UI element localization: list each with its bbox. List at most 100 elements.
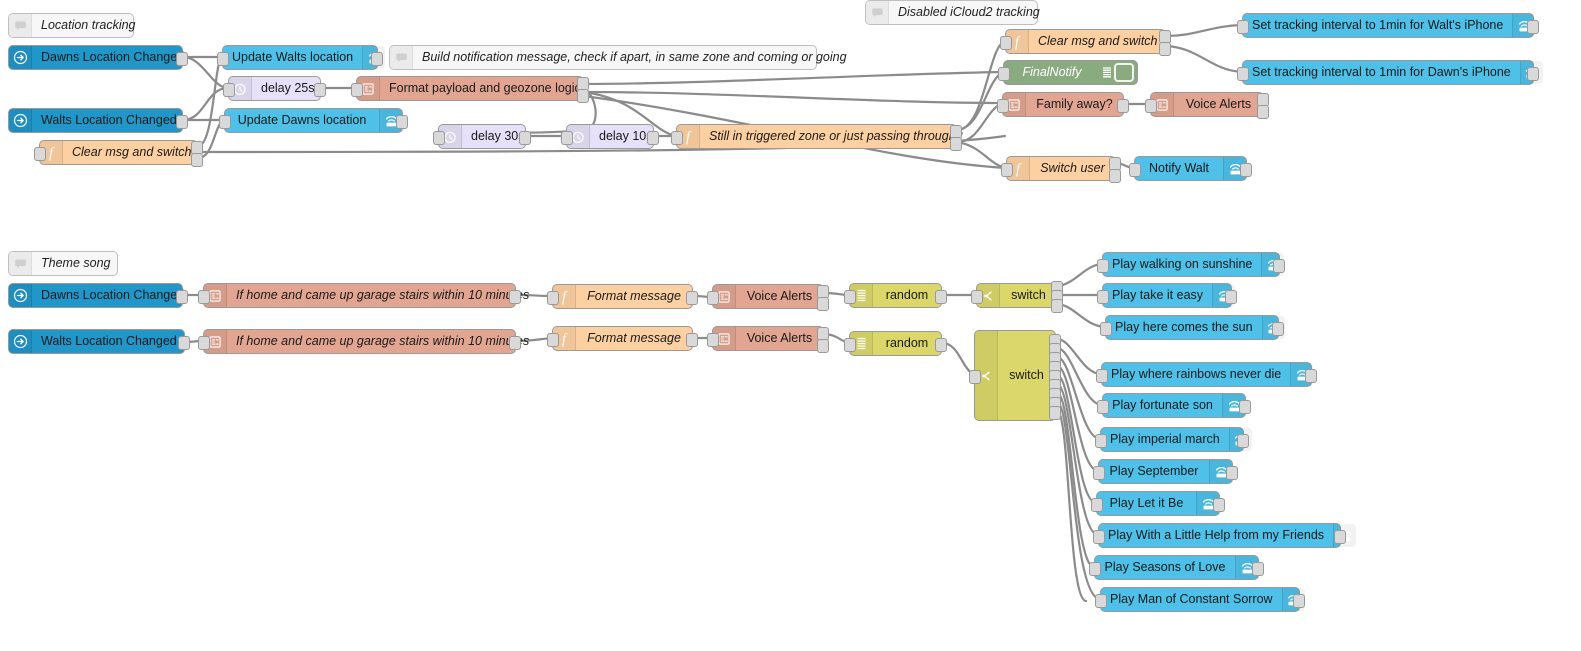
node-final-notify[interactable]: FinalNotify — [998, 60, 1138, 85]
input-port[interactable] — [671, 131, 683, 145]
node-switch-small[interactable]: switch — [971, 281, 1063, 313]
input-port[interactable] — [844, 290, 856, 304]
node-dawns-location-changed-bottom[interactable]: Dawns Location Changed — [8, 283, 188, 308]
node-voice-alerts-walt[interactable]: Voice Alerts — [707, 326, 829, 353]
output-port[interactable] — [178, 336, 190, 350]
input-port[interactable] — [1096, 369, 1108, 383]
node-random-dawn[interactable]: random — [844, 283, 947, 308]
node-dawns-location-changed-top[interactable]: Dawns Location Changed — [8, 45, 188, 70]
output-port-2[interactable] — [1109, 169, 1121, 183]
output-port[interactable] — [1240, 163, 1252, 177]
node-play-with-a-little-help-from-my-friends[interactable]: Play With a Little Help from my Friends — [1093, 523, 1357, 548]
node-delay-25s[interactable]: delay 25s — [223, 76, 326, 101]
output-port[interactable] — [686, 333, 698, 347]
input-port[interactable] — [1237, 20, 1249, 34]
node-walts-location-changed-top[interactable]: Walts Location Changed — [8, 108, 188, 133]
input-port[interactable] — [547, 291, 559, 305]
input-port[interactable] — [844, 338, 856, 352]
output-port[interactable] — [1334, 530, 1346, 544]
node-notify-walt[interactable]: Notify Walt — [1129, 156, 1252, 181]
node-play-where-rainbows-never-die[interactable]: Play where rainbows never die — [1096, 362, 1317, 387]
input-port[interactable] — [219, 115, 231, 129]
node-play-fortunate-son[interactable]: Play fortunate son — [1097, 393, 1251, 418]
output-port-2[interactable] — [1257, 105, 1269, 119]
output-port-9[interactable] — [1049, 406, 1061, 420]
output-port[interactable] — [935, 338, 947, 352]
input-port[interactable] — [1095, 434, 1107, 448]
input-port[interactable] — [1095, 594, 1107, 608]
output-port[interactable] — [1213, 498, 1225, 512]
output-port-2[interactable] — [191, 153, 203, 167]
output-port-2[interactable] — [1159, 42, 1171, 56]
output-port[interactable] — [371, 52, 383, 66]
input-port[interactable] — [1000, 36, 1012, 50]
input-port[interactable] — [1001, 163, 1013, 177]
output-port[interactable] — [1117, 99, 1129, 113]
output-port[interactable] — [1239, 400, 1251, 414]
output-port[interactable] — [509, 290, 521, 304]
input-port[interactable] — [1093, 466, 1105, 480]
input-port[interactable] — [198, 336, 210, 350]
node-walts-location-changed-bottom[interactable]: Walts Location Changed — [8, 329, 190, 354]
input-port[interactable] — [1237, 67, 1249, 81]
input-port[interactable] — [971, 290, 983, 304]
output-port[interactable] — [176, 290, 188, 304]
output-port-3[interactable] — [1051, 299, 1063, 313]
output-port[interactable] — [1237, 434, 1249, 448]
input-port[interactable] — [1097, 400, 1109, 414]
node-clear-msg-and-switch-right[interactable]: f Clear msg and switch — [1000, 29, 1171, 56]
input-port[interactable] — [1097, 290, 1109, 304]
input-port[interactable] — [1129, 163, 1141, 177]
node-format-message-dawn[interactable]: f Format message — [547, 284, 698, 309]
comment-theme-song[interactable]: Theme song — [8, 251, 118, 276]
node-set-interval-dawns-iphone[interactable]: Set tracking interval to 1min for Dawn's… — [1237, 60, 1543, 85]
node-switch-user[interactable]: f Switch user — [1001, 156, 1121, 183]
output-port[interactable] — [1293, 594, 1305, 608]
flow-canvas[interactable]: Location tracking Build notification mes… — [0, 0, 1581, 651]
node-voice-alerts-top[interactable]: Voice Alerts — [1145, 92, 1269, 119]
output-port[interactable] — [1252, 562, 1264, 576]
input-port[interactable] — [547, 333, 559, 347]
input-port[interactable] — [433, 131, 445, 145]
comment-location-tracking[interactable]: Location tracking — [8, 13, 136, 38]
node-update-walts-location[interactable]: Update Walts location — [217, 45, 386, 70]
output-port[interactable] — [176, 52, 188, 66]
input-port[interactable] — [34, 147, 46, 161]
input-port[interactable] — [1100, 322, 1112, 336]
input-port[interactable] — [561, 131, 573, 145]
comment-disabled-icloud2[interactable]: Disabled iCloud2 tracking — [865, 0, 1040, 25]
input-port[interactable] — [707, 333, 719, 347]
output-port[interactable] — [176, 115, 188, 129]
node-format-payload-and-geozone-logic[interactable]: Format payload and geozone logic — [351, 76, 589, 103]
input-port[interactable] — [223, 83, 235, 97]
output-port[interactable] — [1305, 369, 1317, 383]
input-port[interactable] — [997, 99, 1009, 113]
output-port[interactable] — [519, 131, 531, 145]
output-port-2[interactable] — [817, 339, 829, 353]
output-port-2[interactable] — [577, 89, 589, 103]
input-port[interactable] — [707, 291, 719, 305]
node-if-home-garage-stairs-walt[interactable]: If home and came up garage stairs within… — [198, 329, 529, 354]
node-family-away[interactable]: Family away? — [997, 92, 1129, 117]
node-play-imperial-march[interactable]: Play imperial march — [1095, 427, 1252, 452]
node-play-september[interactable]: Play September — [1093, 459, 1238, 484]
node-format-message-walt[interactable]: f Format message — [547, 326, 698, 351]
node-update-dawns-location[interactable]: Update Dawns location — [219, 108, 408, 133]
node-still-in-triggered-zone[interactable]: f Still in triggered zone or just passin… — [671, 124, 963, 151]
node-play-seasons-of-love[interactable]: Play Seasons of Love — [1089, 555, 1264, 580]
output-port[interactable] — [647, 131, 659, 145]
node-if-home-garage-stairs-dawn[interactable]: If home and came up garage stairs within… — [198, 283, 529, 308]
output-port[interactable] — [509, 336, 521, 350]
input-port[interactable] — [969, 370, 981, 384]
node-play-let-it-be[interactable]: Play Let it Be — [1091, 491, 1225, 516]
output-port[interactable] — [1272, 322, 1284, 336]
node-delay-10s[interactable]: delay 10s — [561, 124, 659, 149]
output-port-2[interactable] — [950, 137, 962, 151]
node-random-walt[interactable]: random — [844, 331, 947, 356]
input-port[interactable] — [1097, 259, 1109, 273]
output-port[interactable] — [686, 291, 698, 305]
output-port[interactable] — [1226, 466, 1238, 480]
output-port[interactable] — [1527, 67, 1539, 81]
comment-build-notification[interactable]: Build notification message, check if apa… — [389, 45, 847, 70]
output-port[interactable] — [935, 290, 947, 304]
